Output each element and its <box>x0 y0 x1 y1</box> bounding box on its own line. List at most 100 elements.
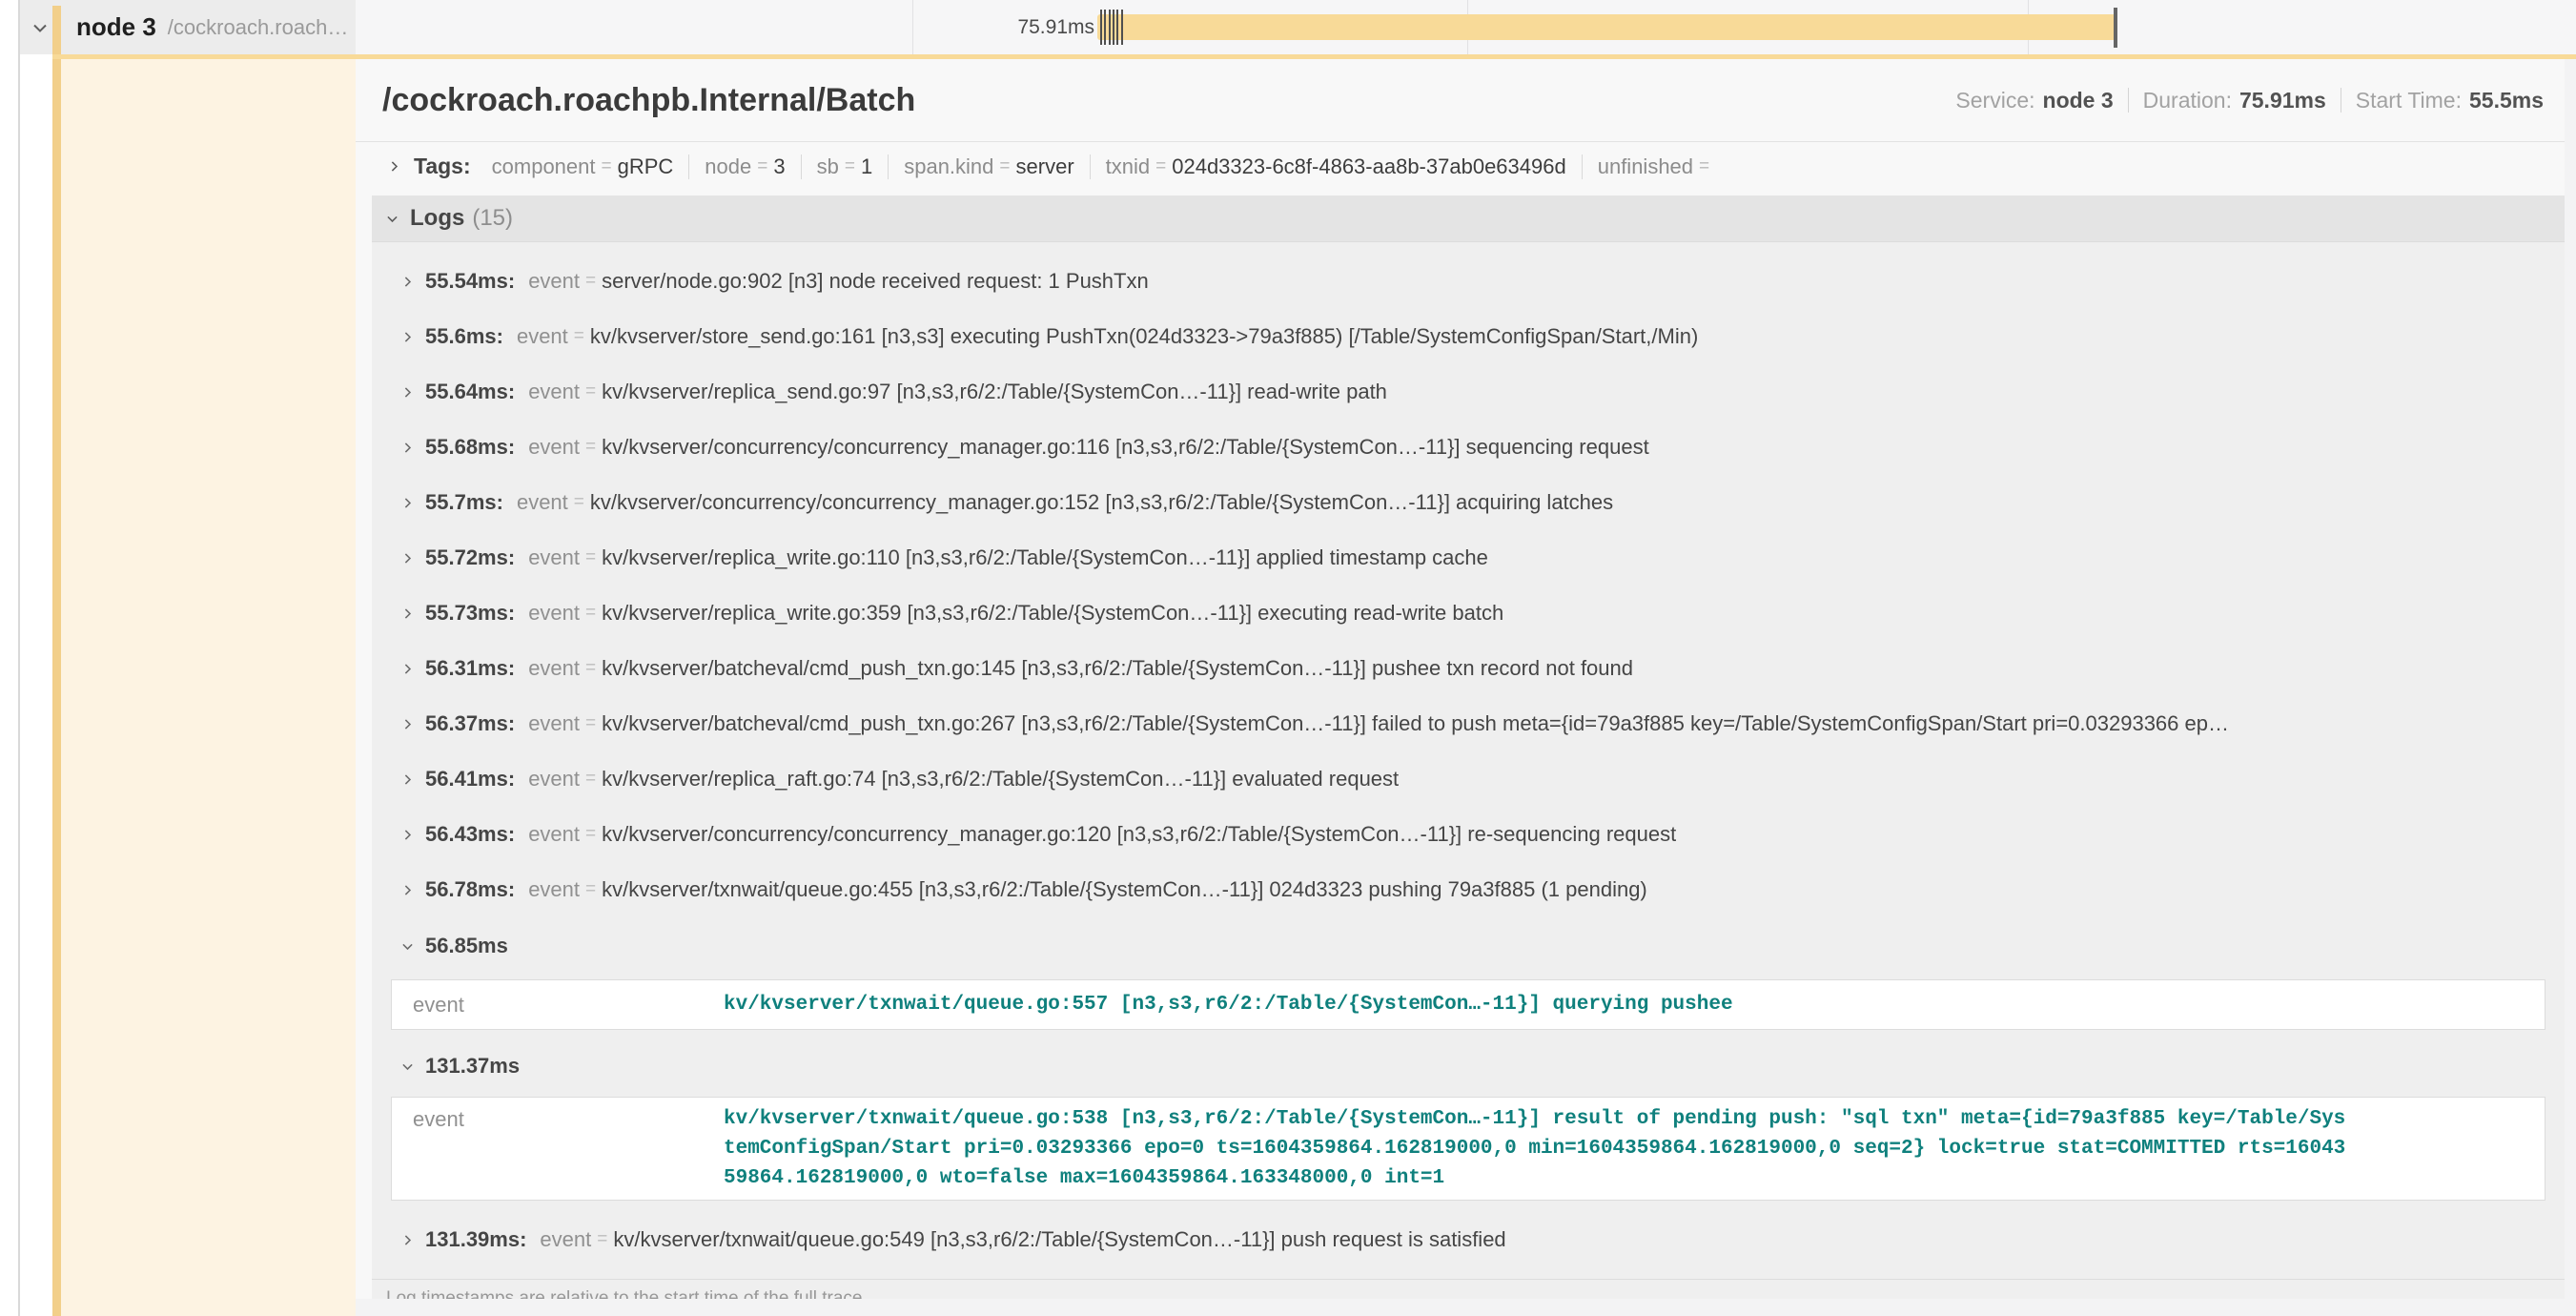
log-timestamp: 55.6ms: <box>425 324 503 349</box>
log-event-box[interactable]: event kv/kvserver/txnwait/queue.go:538 [… <box>391 1097 2545 1201</box>
tag-value: server <box>1016 154 1074 179</box>
log-equals: = <box>585 381 596 402</box>
chevron-right-icon[interactable] <box>399 606 416 622</box>
log-timestamp: 55.68ms: <box>425 435 515 460</box>
tags-row[interactable]: Tags: component = gRPC node = 3 <box>356 142 2565 191</box>
kv-value-line: 59864.162819000,0 wto=false max=16043598… <box>724 1163 2345 1193</box>
log-row[interactable]: 131.39ms: event = kv/kvserver/txnwait/qu… <box>372 1212 2565 1267</box>
log-row[interactable]: 56.31ms: event = kv/kvserver/batcheval/c… <box>372 641 2565 696</box>
chevron-down-icon[interactable] <box>384 211 400 227</box>
chevron-right-icon[interactable] <box>399 716 416 732</box>
log-value: server/node.go:902 [n3] node received re… <box>602 269 1149 294</box>
log-value: kv/kvserver/batcheval/cmd_push_txn.go:14… <box>602 656 1633 681</box>
chevron-down-icon[interactable] <box>399 938 416 955</box>
chevron-right-icon[interactable] <box>399 882 416 898</box>
log-key: event <box>528 380 580 404</box>
log-value: kv/kvserver/txnwait/queue.go:455 [n3,s3,… <box>602 877 1647 902</box>
log-timestamp: 55.7ms: <box>425 490 503 515</box>
log-equals: = <box>574 492 584 513</box>
log-value: kv/kvserver/replica_write.go:359 [n3,s3,… <box>602 601 1503 626</box>
tag-value: 1 <box>861 154 872 179</box>
log-key: event <box>528 822 580 847</box>
kv-value: kv/kvserver/txnwait/queue.go:538 [n3,s3,… <box>724 1104 2345 1193</box>
chevron-right-icon[interactable] <box>399 661 416 677</box>
log-value: kv/kvserver/txnwait/queue.go:549 [n3,s3,… <box>613 1227 1505 1252</box>
service-value: node 3 <box>2043 88 2114 113</box>
log-row[interactable]: 55.6ms: event = kv/kvserver/store_send.g… <box>372 309 2565 364</box>
chevron-right-icon[interactable] <box>399 274 416 290</box>
logs-body: 55.54ms: event = server/node.go:902 [n3]… <box>372 242 2565 1299</box>
chevron-right-icon[interactable] <box>399 1232 416 1248</box>
log-row[interactable]: 55.68ms: event = kv/kvserver/concurrency… <box>372 420 2565 475</box>
log-row[interactable]: 55.64ms: event = kv/kvserver/replica_sen… <box>372 364 2565 420</box>
log-timestamp: 56.78ms: <box>425 877 515 902</box>
logs-section: Logs (15) 55.54ms: event = serv <box>372 195 2565 1299</box>
log-row[interactable]: 56.37ms: event = kv/kvserver/batcheval/c… <box>372 696 2565 751</box>
tag-key: span.kind <box>904 154 993 179</box>
log-timestamp: 131.37ms <box>425 1054 520 1079</box>
span-timeline-cell[interactable]: 75.91ms <box>356 0 2576 54</box>
log-key: event <box>540 1227 591 1252</box>
log-equals: = <box>585 437 596 458</box>
duration-value: 75.91ms <box>2239 88 2326 113</box>
log-equals: = <box>585 271 596 292</box>
tree-indent-guide <box>18 0 20 1316</box>
chevron-right-icon[interactable] <box>386 158 402 175</box>
log-row[interactable]: 55.73ms: event = kv/kvserver/replica_wri… <box>372 586 2565 641</box>
log-timestamp: 55.64ms: <box>425 380 515 404</box>
expanded-log-header[interactable]: 131.37ms <box>372 1045 2565 1087</box>
span-duration-label: 75.91ms <box>956 0 1094 54</box>
tag-item: span.kind = server <box>888 154 1089 179</box>
log-marker-tick <box>1100 10 1102 45</box>
chevron-right-icon[interactable] <box>399 384 416 401</box>
tag-item: txnid = 024d3323-6c8f-4863-aa8b-37ab0e63… <box>1090 154 1582 179</box>
log-equals: = <box>574 326 584 347</box>
span-duration-bar[interactable] <box>1097 14 2116 40</box>
meta-divider <box>2128 88 2129 113</box>
kv-value-line: kv/kvserver/txnwait/queue.go:538 [n3,s3,… <box>724 1104 2345 1134</box>
tag-item: unfinished = <box>1582 154 1730 179</box>
chevron-right-icon[interactable] <box>399 827 416 843</box>
log-row[interactable]: 55.54ms: event = server/node.go:902 [n3]… <box>372 254 2565 309</box>
chevron-right-icon[interactable] <box>399 495 416 511</box>
tag-equals: = <box>999 156 1010 177</box>
log-timestamp: 55.54ms: <box>425 269 515 294</box>
log-timestamp: 56.43ms: <box>425 822 515 847</box>
tag-value: gRPC <box>618 154 674 179</box>
span-name-cell[interactable]: node 3 /cockroach.roach… <box>20 0 356 54</box>
expanded-log-header[interactable]: 56.85ms <box>372 925 2565 967</box>
tag-value: 024d3323-6c8f-4863-aa8b-37ab0e63496d <box>1172 154 1565 179</box>
log-equals: = <box>585 824 596 845</box>
log-value: kv/kvserver/store_send.go:161 [n3,s3] ex… <box>590 324 1698 349</box>
tag-equals: = <box>1155 156 1166 177</box>
span-operation-name: /cockroach.roach… <box>168 15 349 40</box>
tag-equals: = <box>1699 156 1709 177</box>
log-row[interactable]: 56.78ms: event = kv/kvserver/txnwait/que… <box>372 862 2565 917</box>
log-timestamp: 56.41ms: <box>425 767 515 792</box>
span-end-caret <box>2114 8 2117 48</box>
log-timestamp: 56.37ms: <box>425 711 515 736</box>
log-timestamp: 55.72ms: <box>425 545 515 570</box>
chevron-right-icon[interactable] <box>399 329 416 345</box>
log-row[interactable]: 55.72ms: event = kv/kvserver/replica_wri… <box>372 530 2565 586</box>
log-event-box[interactable]: event kv/kvserver/txnwait/queue.go:557 [… <box>391 979 2545 1030</box>
chevron-down-icon[interactable] <box>399 1059 416 1075</box>
chevron-right-icon[interactable] <box>399 440 416 456</box>
log-equals: = <box>585 879 596 900</box>
chevron-right-icon[interactable] <box>399 550 416 566</box>
logs-section-header[interactable]: Logs (15) <box>372 195 2565 242</box>
chevron-right-icon[interactable] <box>399 771 416 788</box>
chevron-down-icon[interactable] <box>29 16 51 39</box>
log-row[interactable]: 55.7ms: event = kv/kvserver/concurrency/… <box>372 475 2565 530</box>
tag-item: node = 3 <box>688 154 800 179</box>
tags-list: component = gRPC node = 3 sb = 1 <box>477 154 1731 179</box>
log-row[interactable]: 56.43ms: event = kv/kvserver/concurrency… <box>372 807 2565 862</box>
log-row[interactable]: 56.41ms: event = kv/kvserver/replica_raf… <box>372 751 2565 807</box>
log-value: kv/kvserver/concurrency/concurrency_mana… <box>602 822 1676 847</box>
span-detail-header: /cockroach.roachpb.Internal/Batch Servic… <box>356 59 2565 142</box>
log-key: event <box>528 601 580 626</box>
tag-key: unfinished <box>1598 154 1693 179</box>
span-row[interactable]: node 3 /cockroach.roach… 75.91ms <box>0 0 2576 54</box>
span-detail-panel: /cockroach.roachpb.Internal/Batch Servic… <box>356 59 2565 1299</box>
kv-value: kv/kvserver/txnwait/queue.go:557 [n3,s3,… <box>724 990 1733 1019</box>
